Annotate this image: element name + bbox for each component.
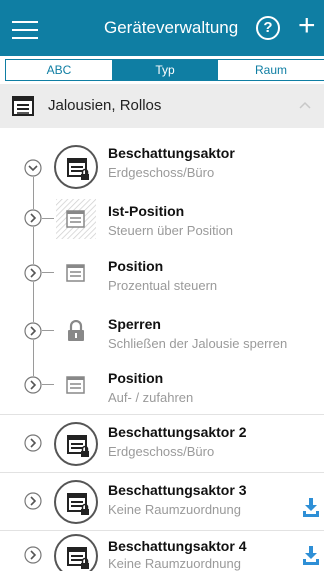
download-icon[interactable] xyxy=(302,546,320,566)
chevron-right-icon[interactable] xyxy=(24,322,42,340)
channel-name: Position xyxy=(108,258,164,274)
chevron-up-icon[interactable] xyxy=(298,98,312,112)
tab-abc[interactable]: ABC xyxy=(6,60,112,80)
menu-icon[interactable] xyxy=(12,19,38,39)
chevron-right-icon[interactable] xyxy=(24,376,42,394)
device-location: Erdgeschoss/Büro xyxy=(108,165,215,180)
device-avatar xyxy=(54,480,98,524)
channel-desc: Schließen der Jalousie sperren xyxy=(108,336,288,351)
tab-typ[interactable]: Typ xyxy=(112,60,218,80)
device-row[interactable]: Beschattungsaktor 2 Erdgeschoss/Büro xyxy=(0,416,324,472)
app-header: Geräteverwaltung ? + xyxy=(0,0,324,56)
chevron-right-icon[interactable] xyxy=(24,264,42,282)
channel-name: Ist-Position xyxy=(108,203,185,219)
device-avatar xyxy=(54,534,98,571)
device-name: Beschattungsaktor 2 xyxy=(108,424,247,440)
blind-icon xyxy=(12,96,34,116)
device-row[interactable]: Beschattungsaktor 4 Keine Raumzuordnung xyxy=(0,532,324,571)
blind-lock-icon xyxy=(67,158,89,180)
blind-hatched-icon xyxy=(56,199,96,239)
device-name: Beschattungsaktor xyxy=(108,145,235,161)
chevron-right-icon[interactable] xyxy=(24,546,42,564)
divider xyxy=(0,414,324,415)
channel-row[interactable]: Sperren Schließen der Jalousie sperren xyxy=(0,310,324,360)
blind-lock-icon xyxy=(67,493,89,515)
chevron-right-icon[interactable] xyxy=(24,209,42,227)
channel-row[interactable]: Position Prozentual steuern xyxy=(0,252,324,302)
group-label: Jalousien, Rollos xyxy=(48,97,162,114)
blind-lock-icon xyxy=(67,435,89,457)
divider xyxy=(0,472,324,473)
device-location: Keine Raumzuordnung xyxy=(108,502,241,517)
channel-row[interactable]: Ist-Position Steuern über Position xyxy=(0,197,324,247)
group-header-jalousien[interactable]: Jalousien, Rollos xyxy=(0,84,324,128)
add-button[interactable]: + xyxy=(298,11,320,42)
device-name: Beschattungsaktor 3 xyxy=(108,482,247,498)
channel-desc: Auf- / zufahren xyxy=(108,390,194,405)
chevron-right-icon[interactable] xyxy=(24,492,42,510)
lock-icon xyxy=(68,320,84,341)
page-title: Geräteverwaltung xyxy=(104,18,239,37)
blind-icon xyxy=(66,376,85,394)
channel-name: Position xyxy=(108,370,164,386)
device-location: Keine Raumzuordnung xyxy=(108,556,241,571)
device-location: Erdgeschoss/Büro xyxy=(108,444,215,459)
sort-tabs: ABC Typ Raum xyxy=(5,59,324,81)
help-icon[interactable]: ? xyxy=(256,16,280,40)
device-avatar xyxy=(54,145,98,189)
device-row[interactable]: Beschattungsaktor 3 Keine Raumzuordnung xyxy=(0,474,324,530)
channel-desc: Prozentual steuern xyxy=(108,278,218,293)
chevron-right-icon[interactable] xyxy=(24,434,42,452)
divider xyxy=(0,530,324,531)
channel-name: Sperren xyxy=(108,316,161,332)
blind-icon xyxy=(66,264,85,282)
blind-lock-icon xyxy=(67,547,89,569)
device-row-actor1[interactable]: Beschattungsaktor Erdgeschoss/Büro xyxy=(0,137,324,193)
tab-raum[interactable]: Raum xyxy=(218,60,324,80)
download-icon[interactable] xyxy=(302,498,320,518)
channel-row[interactable]: Position Auf- / zufahren xyxy=(0,364,324,414)
device-name: Beschattungsaktor 4 xyxy=(108,538,247,554)
device-avatar xyxy=(54,422,98,466)
chevron-down-icon[interactable] xyxy=(24,159,42,177)
channel-desc: Steuern über Position xyxy=(108,223,234,238)
